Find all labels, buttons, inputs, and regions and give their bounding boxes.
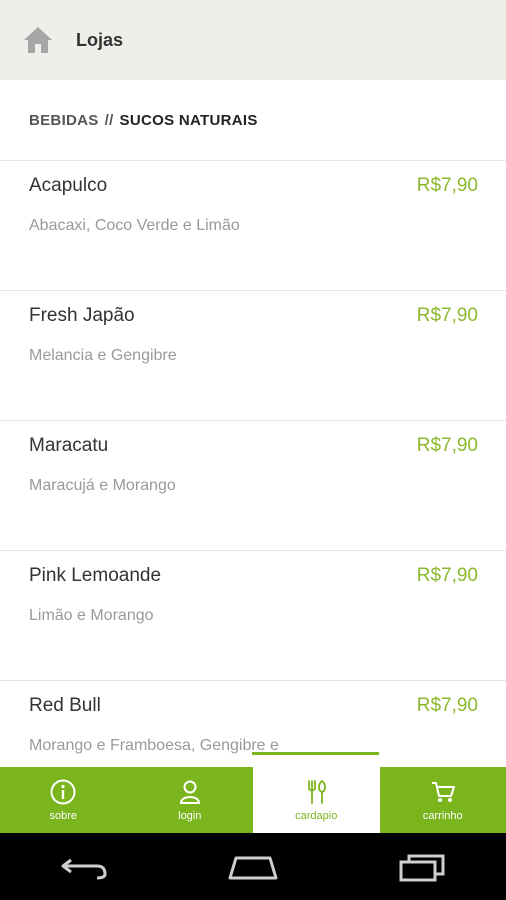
tab-login[interactable]: login <box>127 767 254 833</box>
cart-icon <box>431 782 455 802</box>
product-name: Acapulco <box>29 175 108 196</box>
tab-carrinho[interactable]: carrinho <box>380 767 506 833</box>
product-description: Limão e Morango <box>29 607 154 624</box>
home-icon[interactable] <box>22 24 54 56</box>
product-name: Pink Lemoande <box>29 565 162 586</box>
product-price: R$7,90 <box>416 175 478 196</box>
product-description: Morango e Framboesa, Gengibre e <box>29 737 279 754</box>
top-bar: Lojas <box>0 0 506 80</box>
tab-label: carrinho <box>422 810 463 822</box>
product-item[interactable]: Acapulco R$7,90 Abacaxi, Coco Verde e Li… <box>0 161 506 291</box>
product-list[interactable]: Acapulco R$7,90 Abacaxi, Coco Verde e Li… <box>0 161 506 767</box>
home-nav-icon <box>228 856 278 879</box>
product-description: Melancia e Gengibre <box>29 347 177 364</box>
product-price: R$7,90 <box>416 565 478 586</box>
breadcrumb-separator: // <box>104 111 114 129</box>
cutlery-icon <box>308 780 327 804</box>
product-item[interactable]: Pink Lemoande R$7,90 Limão e Morango <box>0 551 506 681</box>
product-price: R$7,90 <box>416 435 478 456</box>
product-name: Fresh Japão <box>29 305 135 326</box>
tab-label: cardapio <box>295 810 338 822</box>
breadcrumb-subcategory: SUCOS NATURAIS <box>119 111 258 129</box>
info-icon <box>50 779 76 805</box>
breadcrumb-category[interactable]: BEBIDAS <box>29 112 99 129</box>
back-icon <box>61 858 107 879</box>
product-price: R$7,90 <box>416 695 478 716</box>
tab-cardapio[interactable]: cardapio <box>253 767 380 833</box>
tab-sobre[interactable]: sobre <box>0 767 127 833</box>
product-price: R$7,90 <box>416 305 478 326</box>
product-item[interactable]: Fresh Japão R$7,90 Melancia e Gengibre <box>0 291 506 421</box>
system-navigation-bar <box>0 833 506 900</box>
product-name: Maracatu <box>29 435 109 456</box>
back-button[interactable] <box>54 847 114 887</box>
product-item[interactable]: Maracatu R$7,90 Maracujá e Morango <box>0 421 506 551</box>
tab-label: login <box>178 810 202 822</box>
recent-apps-icon <box>399 854 445 881</box>
recent-apps-button[interactable] <box>392 847 452 887</box>
bottom-navigation: sobre login cardapio carrinho <box>0 767 506 833</box>
product-description: Maracujá e Morango <box>29 477 176 494</box>
home-button[interactable] <box>223 847 283 887</box>
product-name: Red Bull <box>29 695 101 716</box>
page-title[interactable]: Lojas <box>76 30 123 51</box>
tab-label: sobre <box>49 810 78 822</box>
product-description: Abacaxi, Coco Verde e Limão <box>29 217 240 234</box>
breadcrumb: BEBIDAS // SUCOS NATURAIS <box>29 112 258 129</box>
active-tab-indicator <box>252 752 379 755</box>
section-header: BEBIDAS // SUCOS NATURAIS <box>0 80 506 160</box>
user-icon <box>179 780 200 804</box>
